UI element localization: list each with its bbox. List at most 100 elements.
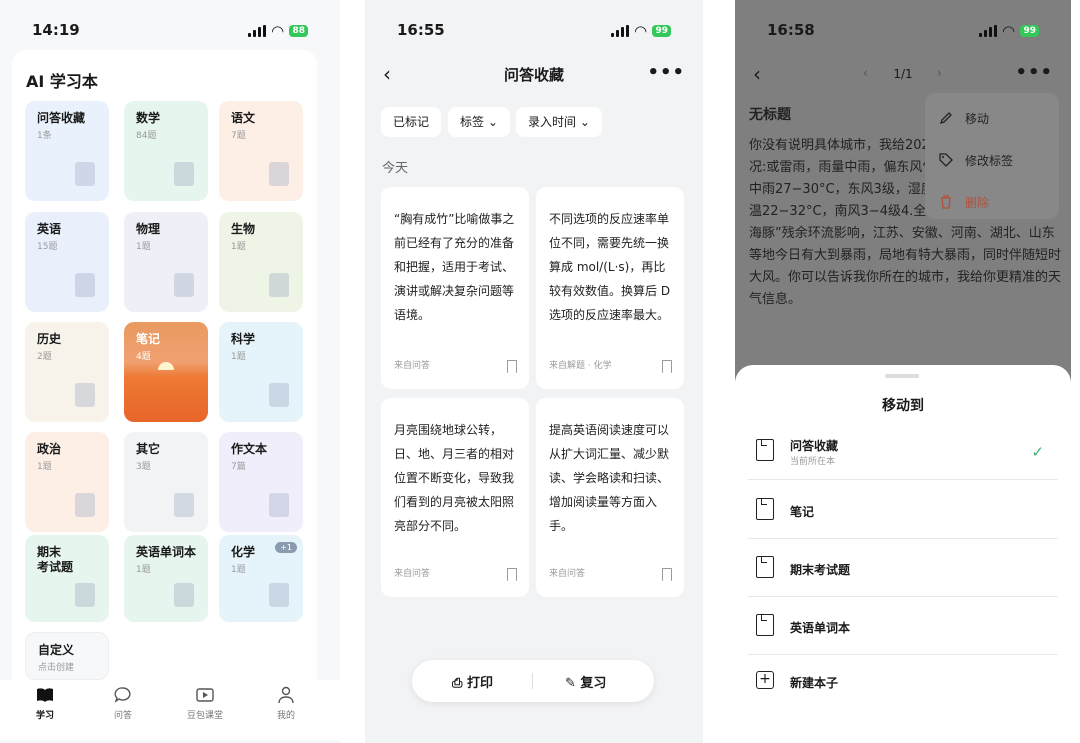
signal-icon [247,25,266,37]
printer-icon: ⎙ [452,676,467,691]
sparkle-icon [170,490,198,520]
play-icon [196,688,214,702]
notebook-icon [756,439,774,461]
review-button[interactable]: ✎ 复习 [565,672,606,691]
next-icon[interactable]: › [937,66,942,80]
notebook-tile[interactable]: 作文本 7篇 [219,432,303,532]
signal-icon [610,25,629,37]
menu-move[interactable]: 移动 [925,98,1059,140]
qa-card[interactable]: “胸有成竹”比喻做事之前已经有了充分的准备和把握，适用于考试、演讲或解决复杂问题… [381,187,529,389]
notebook-icon [756,498,774,520]
book-icon [37,688,53,702]
context-menu: 移动 修改标签 删除 [925,93,1059,219]
sailboat-icon [71,580,99,610]
review-icon: ✎ [565,676,581,691]
qa-card[interactable]: 不同选项的反应速率单位不同，需要先统一换算成 mol/(L·s)，再比较有效数值… [536,187,684,389]
bookmark-icon[interactable] [662,360,672,373]
notebook-tile[interactable]: 化学 1题 +1 [219,535,303,622]
qa-favorites-screen: 16:55 ◠ 99 ‹ 问答收藏 ••• 已标记 标签 ⌄ 录入时间 ⌄ 今天… [365,0,703,743]
battery-icon: 99 [652,25,671,37]
more-icon[interactable]: ••• [647,62,685,83]
check-icon: ✓ [1031,443,1044,461]
bookmark-icon[interactable] [662,568,672,581]
qa-card[interactable]: 月亮围绕地球公转，日、地、月三者的相对位置不断变化，导致我们看到的月亮被太阳照亮… [381,398,529,597]
menu-edit-tags[interactable]: 修改标签 [925,140,1059,182]
fan-icon [265,159,293,189]
wifi-icon: ◠ [271,22,284,40]
notebook-tile[interactable]: 数学 84题 [124,101,208,201]
jar-icon [71,380,99,410]
print-button[interactable]: ⎙ 打印 [452,672,493,691]
sailboat-icon [170,159,198,189]
notebook-tile[interactable]: 问答收藏 1条 [25,101,109,201]
tab-qa[interactable]: 问答 [93,686,153,721]
more-icon[interactable]: ••• [1015,62,1053,83]
status-bar: 16:58 ◠ 99 [735,18,1071,42]
tab-bar: 学习 问答 豆包课堂 我的 [0,680,340,740]
target-row[interactable]: 期末考试题 [748,540,1058,597]
tab-learn[interactable]: 学习 [15,686,75,721]
signal-icon [978,25,997,37]
notebook-tile[interactable]: 生物 1题 [219,212,303,312]
notebook-tile[interactable]: 历史 2题 [25,322,109,422]
microscope-icon [265,380,293,410]
new-notebook-row[interactable]: + 新建本子 [748,655,1058,712]
apple-icon [170,270,198,300]
notebook-tile[interactable]: 笔记 4题 [124,322,208,422]
chat-icon [114,687,131,703]
pen-icon [265,490,293,520]
notebook-tile[interactable]: 自定义 点击创建 [25,632,109,680]
qa-card[interactable]: 提高英语阅读速度可以从扩大词汇量、减少默读、学会略读和扫读、增加阅读量等方面入手… [536,398,684,597]
scroll-icon [71,270,99,300]
bookmark-icon[interactable] [507,568,517,581]
notebook-tile[interactable]: 其它 3题 [124,432,208,532]
dictionary-icon [170,580,198,610]
notebook-tile[interactable]: 政治 1题 [25,432,109,532]
leaf-icon [265,270,293,300]
status-time: 14:19 [32,21,80,39]
trash-icon [941,195,951,209]
status-time: 16:58 [767,21,815,39]
notebook-tile[interactable]: 英语单词本 1题 [124,535,208,622]
doc-title: 无标题 [749,107,791,123]
target-row[interactable]: 英语单词本 [748,598,1058,655]
wifi-icon: ◠ [1002,22,1015,40]
flask-icon [265,580,293,610]
pencil-icon [939,112,952,125]
target-row[interactable]: 笔记 [748,482,1058,539]
notebook-icon [756,614,774,636]
menu-delete[interactable]: 删除 [925,182,1059,224]
sheet-title: 移动到 [882,398,924,414]
target-row[interactable]: 问答收藏 当前所在本 ✓ [748,423,1058,480]
tag-icon [939,153,953,167]
filter-marked[interactable]: 已标记 [381,107,442,137]
battery-icon: 99 [1020,25,1039,37]
page-title: AI 学习本 [26,72,98,91]
notebook-tile[interactable]: 期末 考试题 [25,535,109,622]
wifi-icon: ◠ [634,22,647,40]
notebook-icon [756,556,774,578]
sheet-handle[interactable] [885,374,919,378]
tab-classroom[interactable]: 豆包课堂 [175,686,235,721]
count-badge: +1 [275,542,297,553]
battery-icon: 88 [289,25,308,37]
filter-tags[interactable]: 标签 ⌄ [448,107,510,137]
status-bar: 14:19 ◠ 88 [0,18,340,42]
sunset-icon [158,362,174,370]
ai-notebook-screen: 14:19 ◠ 88 AI 学习本 问答收藏 1条 数学 84题 语文 7题英语 15题 物理… [0,0,340,743]
move-sheet: 移动到 问答收藏 当前所在本 ✓ 笔记 期末考试题 英语单词本 + 新建本子 [735,365,1071,743]
chess-knight-icon [71,490,99,520]
filter-time[interactable]: 录入时间 ⌄ [516,107,602,137]
move-to-screen: 16:58 ◠ 99 ‹ ‹ 1/1 › ••• 无标题 你没有说明具体城市，我… [735,0,1071,743]
notebook-tile[interactable]: 语文 7题 [219,101,303,201]
notebook-tile[interactable]: 英语 15题 [25,212,109,312]
status-bar: 16:55 ◠ 99 [365,18,703,42]
bookmark-icon[interactable] [507,360,517,373]
person-icon [278,686,294,704]
notebook-tile[interactable]: 科学 1题 [219,322,303,422]
plus-icon: + [756,671,774,689]
action-bar: ⎙ 打印 ✎ 复习 [412,660,654,702]
status-time: 16:55 [397,21,445,39]
notebook-tile[interactable]: 物理 1题 [124,212,208,312]
tab-mine[interactable]: 我的 [256,686,316,721]
